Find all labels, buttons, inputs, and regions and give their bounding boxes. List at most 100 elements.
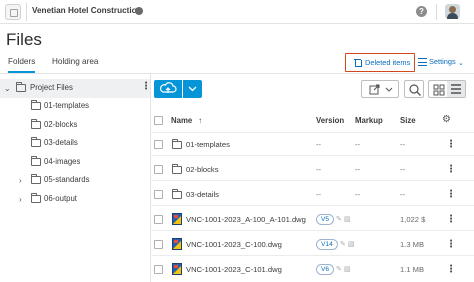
upload-button[interactable] [154,80,182,98]
version-cell: -- [316,140,322,149]
sort-ascending-icon: ↑ [198,116,203,125]
dwg-file-icon [172,213,182,225]
more-options-icon[interactable]: ⋮ [446,240,456,250]
more-options-icon[interactable]: ⋮ [446,265,456,275]
tree-item-05-standards[interactable]: › 05-standards [0,172,148,190]
avatar[interactable] [445,4,460,19]
folder-icon [172,164,182,174]
row-checkbox[interactable] [154,265,163,274]
column-header-label: Name [171,116,193,125]
panel-divider [150,74,151,282]
column-header-markup[interactable]: Markup [355,116,383,125]
more-options-icon[interactable]: ⋮ [446,190,456,200]
folder-icon [31,137,41,147]
file-name[interactable]: VNC-1001-2023_C-100.dwg [186,240,282,249]
cloud-upload-icon [159,82,177,93]
markup-icons[interactable]: ✎▧ [340,240,356,248]
row-checkbox[interactable] [154,190,163,199]
file-name[interactable]: 02-blocks [186,165,219,174]
folder-icon [31,156,41,166]
size-cell: -- [400,190,406,199]
version-badge[interactable]: V14 [316,239,338,250]
file-name[interactable]: VNC-1001-2023_A-100_A-101.dwg [186,215,306,224]
tree-item-label: 01-templates [44,101,90,110]
tree-item-01-templates[interactable]: 01-templates [0,98,148,116]
help-icon[interactable]: ? [416,6,427,17]
tree-item-label: 03-details [44,138,78,147]
chevron-right-icon[interactable]: › [19,195,22,204]
top-bar: Venetian Hotel Construction ? [0,0,474,24]
markup-cell: -- [355,190,361,199]
dwg-file-icon [172,238,182,250]
tabs-divider [0,73,474,74]
select-all-checkbox[interactable] [154,116,163,125]
tab-folders[interactable]: Folders [8,57,36,73]
list-view-button[interactable] [447,81,465,97]
page-title: Files [6,30,42,49]
row-checkbox[interactable] [154,165,163,174]
tree-item-project-files[interactable]: ⌄ Project Files [0,80,148,98]
project-name[interactable]: Venetian Hotel Construction [32,6,142,15]
gear-icon[interactable]: ⚙ [442,114,451,125]
tree-item-02-blocks[interactable]: 02-blocks [0,117,148,135]
folder-icon [172,189,182,199]
column-header-version[interactable]: Version [316,116,344,125]
row-divider [150,180,474,181]
folder-icon [31,193,41,203]
row-divider [150,132,474,133]
size-cell: -- [400,140,406,149]
file-name[interactable]: 03-details [186,190,219,199]
row-checkbox[interactable] [154,215,163,224]
list-view-icon [451,84,461,94]
tree-item-06-output[interactable]: › 06-output [0,191,148,209]
divider [26,3,27,21]
size-cell: 1,022 $ [400,215,426,224]
upload-dropdown-button[interactable] [183,80,202,98]
tree-item-label: 06-output [44,194,77,203]
app-logo-icon[interactable] [5,4,21,20]
size-cell: 1.3 MB [400,240,425,249]
settings-label: Settings [429,57,456,66]
row-divider [150,230,474,231]
size-cell: -- [400,165,406,174]
tree-item-label: 04-images [44,157,81,166]
tree-item-04-images[interactable]: 04-images [0,154,148,172]
version-cell: -- [316,165,322,174]
file-name[interactable]: 01-templates [186,140,230,149]
tree-item-label: Project Files [30,83,73,92]
deleted-items-button[interactable]: Deleted items [345,53,415,72]
search-icon [409,84,421,96]
tree-item-label: 02-blocks [44,120,78,129]
search-button[interactable] [404,80,424,98]
more-options-icon[interactable]: ⋮ [446,215,456,225]
markup-icons[interactable]: ✎▧ [336,215,352,223]
row-divider [150,155,474,156]
sliders-icon [418,58,427,66]
export-button[interactable] [361,80,399,98]
more-options-icon[interactable]: ⋮ [446,165,456,175]
version-badge[interactable]: V5 [316,214,335,225]
size-cell: 1.1 MB [400,265,425,274]
folder-icon [31,174,41,184]
more-options-icon[interactable]: ⋮ [446,140,456,150]
markup-icons[interactable]: ✎▧ [336,265,352,273]
version-cell: -- [316,190,322,199]
column-header-name[interactable]: Name ↑ [171,116,202,125]
version-badge[interactable]: V6 [316,264,335,275]
file-name[interactable]: VNC-1001-2023_C-101.dwg [186,265,282,274]
chevron-down-icon[interactable]: ⌄ [4,84,11,93]
folder-icon [172,139,182,149]
column-header-size[interactable]: Size [400,116,416,125]
row-divider [150,255,474,256]
tree-item-03-details[interactable]: 03-details [0,135,148,153]
row-checkbox[interactable] [154,240,163,249]
project-switcher-icon[interactable] [135,7,143,15]
divider [436,4,437,20]
row-checkbox[interactable] [154,140,163,149]
chevron-right-icon[interactable]: › [19,176,22,185]
trash-icon [354,58,362,67]
markup-cell: -- [355,165,361,174]
chevron-down-icon: ⌄ [458,60,464,67]
tab-holding-area[interactable]: Holding area [52,57,98,71]
tree-item-label: 05-standards [44,175,90,184]
